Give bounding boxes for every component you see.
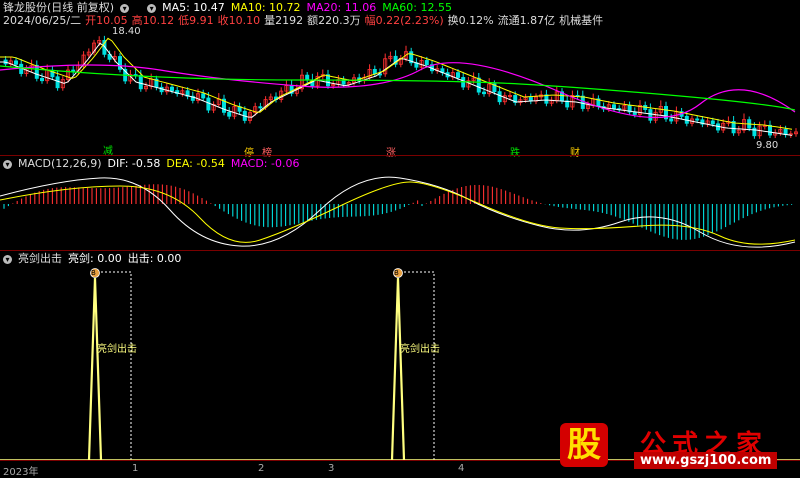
signal-chart[interactable] — [0, 0, 800, 475]
x-axis-label: 4 — [458, 463, 465, 474]
signal-annotation: 亮剑出击 — [400, 344, 440, 355]
x-axis-label: 1 — [132, 463, 139, 474]
x-axis-label: 2023年 — [3, 467, 39, 478]
x-axis-label: 3 — [328, 463, 335, 474]
exit-marker-line — [97, 271, 132, 460]
buy-marker-label: B — [91, 269, 96, 277]
signal-spike — [390, 277, 406, 461]
watermark-logo: 股 — [560, 423, 608, 467]
signal-annotation: 亮剑出击 — [97, 344, 137, 355]
buy-marker-label: B — [394, 269, 399, 277]
signal-spike — [87, 277, 103, 461]
watermark-url: www.gszj100.com — [634, 452, 778, 469]
exit-marker-line — [400, 271, 435, 460]
x-axis-label: 2 — [258, 463, 265, 474]
